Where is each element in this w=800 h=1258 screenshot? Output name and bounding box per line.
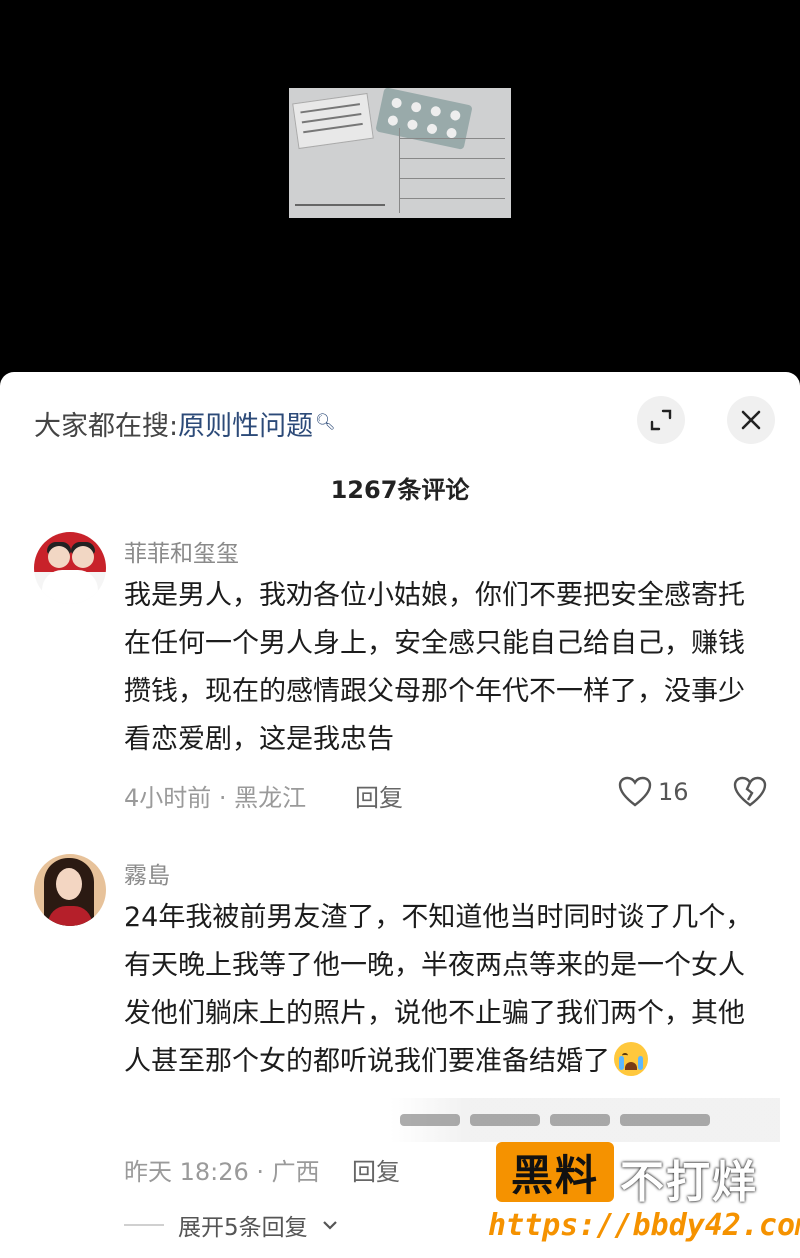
video-thumbnail (289, 88, 511, 218)
watermark-logo-box: 黑料 (496, 1142, 614, 1202)
close-button[interactable] (727, 396, 775, 444)
search-icon: 🔍︎ (315, 412, 336, 431)
avatar[interactable] (34, 532, 106, 604)
reply-button[interactable]: 回复 (352, 1152, 400, 1187)
search-suggestion[interactable]: 大家都在搜:原则性问题 🔍︎ (34, 404, 335, 443)
video-area[interactable] (0, 0, 800, 380)
comment-text: 我是男人，我劝各位小姑娘，你们不要把安全感寄托在任何一个男人身上，安全感只能自己… (124, 580, 745, 755)
comment-meta: 昨天 18:26 · 广西 (124, 1158, 320, 1186)
comment-text-body: 24年我被前男友渣了，不知道他当时同时谈了几个，有天晚上我等了他一晚，半夜两点等… (124, 902, 753, 1077)
comment-username[interactable]: 菲菲和玺玺 (124, 534, 239, 568)
watermark-url: https://bbdy42.com (488, 1208, 800, 1243)
broken-heart-icon (733, 776, 767, 807)
blurred-overlay (390, 1098, 780, 1142)
search-keyword[interactable]: 原则性问题 (178, 411, 313, 442)
watermark: 黑料 不打烊 https://bbdy42.com (488, 1142, 800, 1258)
document-image (292, 92, 374, 150)
dislike-button[interactable] (733, 776, 767, 812)
form-grid-image (399, 128, 505, 213)
chevron-down-icon (322, 1221, 337, 1230)
reply-button[interactable]: 回复 (355, 778, 403, 813)
search-prefix: 大家都在搜: (34, 411, 179, 442)
expand-replies-label: 展开5条回复 (178, 1215, 308, 1241)
expand-button[interactable] (637, 396, 685, 444)
like-button[interactable]: 16 (618, 776, 689, 808)
divider (124, 1224, 164, 1226)
comment-meta: 4小时前 · 黑龙江 (124, 784, 307, 812)
heart-icon (618, 776, 652, 807)
watermark-tail-text: 不打烊 (620, 1157, 758, 1208)
comment-text: 24年我被前男友渣了，不知道他当时同时谈了几个，有天晚上我等了他一晚，半夜两点等… (124, 894, 764, 1086)
close-icon (741, 410, 761, 430)
comment-username[interactable]: 霧島 (124, 856, 170, 890)
like-count: 16 (658, 778, 689, 806)
expand-replies[interactable]: 展开5条回复 (124, 1208, 338, 1242)
avatar[interactable] (34, 854, 106, 926)
crying-face-emoji-icon (614, 1042, 648, 1076)
expand-icon (650, 409, 672, 431)
comment-count: 1267条评论 (330, 476, 470, 504)
